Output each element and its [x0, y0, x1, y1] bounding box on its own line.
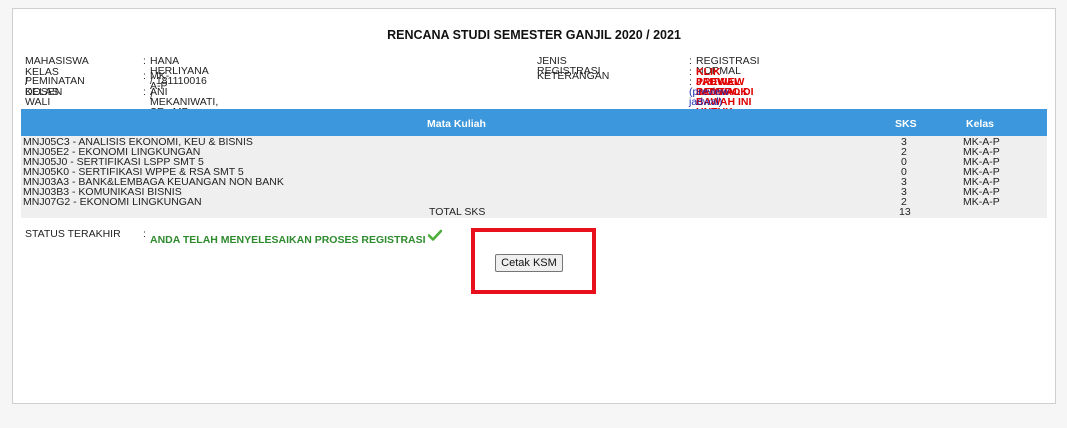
- total-sks-label: TOTAL SKS: [429, 206, 486, 218]
- header-kelas: Kelas: [966, 118, 995, 130]
- cetak-ksm-button[interactable]: Cetak KSM: [495, 254, 563, 272]
- total-row: TOTAL SKS 13: [21, 206, 1047, 218]
- course-name: MNJ07G2 - EKONOMI LINGKUNGAN: [23, 196, 202, 208]
- keterangan-label: KETERANGAN: [537, 70, 610, 82]
- mahasiswa-label: MAHASISWA: [25, 55, 89, 67]
- registration-panel: RENCANA STUDI SEMESTER GANJIL 2020 / 202…: [12, 8, 1056, 404]
- kelas-colon: :: [143, 70, 146, 82]
- peminatan-label: PEMINATAN: [25, 75, 85, 87]
- status-text: ANDA TELAH MENYELESAIKAN PROSES REGISTRA…: [150, 234, 426, 246]
- courses-table-body: MNJ05C3 - ANALISIS EKONOMI, KEU & BISNIS…: [21, 136, 1047, 218]
- status-colon: :: [143, 228, 146, 240]
- dosen-colon: :: [143, 86, 146, 98]
- preview-jadwal-link[interactable]: (preview jadwal): [689, 87, 729, 108]
- courses-table-header: Mata Kuliah SKS Kelas: [21, 109, 1047, 136]
- page-title: RENCANA STUDI SEMESTER GANJIL 2020 / 202…: [387, 28, 681, 42]
- total-sks-value: 13: [899, 206, 911, 218]
- status-label: STATUS TERAKHIR: [25, 228, 121, 240]
- header-course: Mata Kuliah: [427, 118, 486, 130]
- dosen-label: DOSEN WALI: [25, 86, 63, 108]
- header-sks: SKS: [895, 118, 917, 130]
- course-kelas: MK-A-P: [963, 196, 1000, 208]
- table-row: MNJ07G2 - EKONOMI LINGKUNGAN 2 MK-A-P: [21, 196, 1047, 208]
- jenis-colon: :: [689, 55, 692, 67]
- mahasiswa-colon: :: [143, 55, 146, 67]
- checkmark-icon: [428, 229, 442, 241]
